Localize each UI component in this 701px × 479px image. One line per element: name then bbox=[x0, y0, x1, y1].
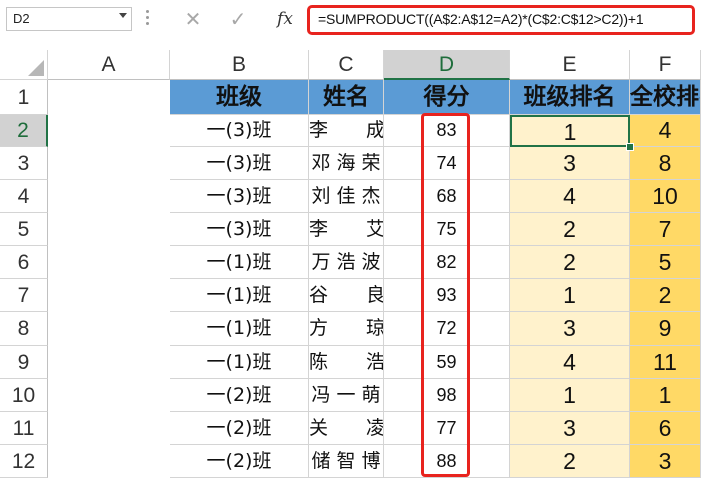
school-rank-cell[interactable]: 8 bbox=[630, 147, 701, 180]
header-cell[interactable]: 班级 bbox=[170, 80, 309, 115]
class-cell[interactable]: 一(3)班 bbox=[170, 115, 309, 147]
class-cell[interactable]: 一(1)班 bbox=[170, 312, 309, 346]
school-rank-cell[interactable]: 2 bbox=[630, 279, 701, 312]
name-cell[interactable]: 储 智 博 bbox=[309, 445, 384, 478]
column-header-d[interactable]: D bbox=[384, 50, 510, 80]
chevron-down-icon[interactable] bbox=[119, 13, 127, 18]
check-icon[interactable]: ✓ bbox=[223, 6, 253, 32]
select-all-button[interactable] bbox=[0, 50, 48, 80]
row-header-10[interactable]: 10 bbox=[0, 379, 48, 412]
row-header-6[interactable]: 6 bbox=[0, 246, 48, 279]
class-cell[interactable]: 一(2)班 bbox=[170, 445, 309, 478]
header-cell[interactable]: 全校排名 bbox=[630, 80, 701, 115]
score-cell[interactable]: 74 bbox=[384, 147, 510, 180]
row-header-7[interactable]: 7 bbox=[0, 279, 48, 312]
class-cell[interactable]: 一(1)班 bbox=[170, 246, 309, 279]
school-rank-cell[interactable]: 1 bbox=[630, 379, 701, 412]
score-cell[interactable]: 59 bbox=[384, 346, 510, 379]
row-header-1[interactable]: 1 bbox=[0, 80, 48, 115]
class-rank-cell[interactable]: 4 bbox=[510, 346, 630, 379]
close-icon[interactable]: ✕ bbox=[178, 6, 208, 32]
score-cell[interactable]: 72 bbox=[384, 312, 510, 346]
class-rank-cell[interactable]: 3 bbox=[510, 312, 630, 346]
name-cell[interactable]: 万 浩 波 bbox=[309, 246, 384, 279]
school-rank-cell[interactable]: 5 bbox=[630, 246, 701, 279]
class-rank-cell[interactable]: 2 bbox=[510, 213, 630, 246]
row-header-2[interactable]: 2 bbox=[0, 115, 48, 147]
drag-handle-icon[interactable] bbox=[146, 10, 150, 26]
active-cell[interactable]: 1 bbox=[510, 115, 630, 147]
column-header-c[interactable]: C bbox=[309, 50, 384, 80]
class-rank-cell[interactable]: 3 bbox=[510, 412, 630, 445]
formula-text: =SUMPRODUCT((A$2:A$12=A2)*(C$2:C$12>C2))… bbox=[318, 11, 644, 27]
row-header-12[interactable]: 12 bbox=[0, 445, 48, 478]
school-rank-cell[interactable]: 11 bbox=[630, 346, 701, 379]
row-header-9[interactable]: 9 bbox=[0, 346, 48, 379]
score-cell[interactable]: 83 bbox=[384, 115, 510, 147]
insert-function-button[interactable]: fx bbox=[272, 6, 298, 32]
header-cell[interactable]: 得分 bbox=[384, 80, 510, 115]
score-cell[interactable]: 88 bbox=[384, 445, 510, 478]
class-cell[interactable]: 一(3)班 bbox=[170, 213, 309, 246]
class-rank-cell[interactable]: 2 bbox=[510, 246, 630, 279]
select-all-icon bbox=[28, 60, 44, 76]
class-rank-cell[interactable]: 1 bbox=[510, 279, 630, 312]
name-cell[interactable]: 关 凌 bbox=[309, 412, 384, 445]
school-rank-cell[interactable]: 4 bbox=[630, 115, 701, 147]
column-header-f[interactable]: F bbox=[630, 50, 701, 80]
score-cell[interactable]: 82 bbox=[384, 246, 510, 279]
class-cell[interactable]: 一(3)班 bbox=[170, 180, 309, 213]
name-box[interactable]: D2 bbox=[6, 7, 132, 31]
class-rank-cell[interactable]: 1 bbox=[510, 379, 630, 412]
class-cell[interactable]: 一(3)班 bbox=[170, 147, 309, 180]
score-cell[interactable]: 68 bbox=[384, 180, 510, 213]
row-header-11[interactable]: 11 bbox=[0, 412, 48, 445]
column-header-a[interactable]: A bbox=[48, 50, 170, 80]
row-header-4[interactable]: 4 bbox=[0, 180, 48, 213]
formula-input[interactable]: =SUMPRODUCT((A$2:A$12=A2)*(C$2:C$12>C2))… bbox=[307, 5, 695, 35]
name-cell[interactable]: 邓 海 荣 bbox=[309, 147, 384, 180]
class-cell[interactable]: 一(1)班 bbox=[170, 279, 309, 312]
header-cell[interactable]: 姓名 bbox=[309, 80, 384, 115]
class-rank-cell[interactable]: 4 bbox=[510, 180, 630, 213]
name-cell[interactable]: 方 琼 bbox=[309, 312, 384, 346]
fill-handle[interactable] bbox=[626, 143, 634, 151]
row-header-3[interactable]: 3 bbox=[0, 147, 48, 180]
class-rank-cell[interactable]: 2 bbox=[510, 445, 630, 478]
score-cell[interactable]: 93 bbox=[384, 279, 510, 312]
name-cell[interactable]: 李 艾 bbox=[309, 213, 384, 246]
name-cell[interactable]: 冯 一 萌 bbox=[309, 379, 384, 412]
name-cell[interactable]: 李 成 bbox=[309, 115, 384, 147]
school-rank-cell[interactable]: 7 bbox=[630, 213, 701, 246]
score-cell[interactable]: 77 bbox=[384, 412, 510, 445]
name-cell[interactable]: 谷 良 bbox=[309, 279, 384, 312]
row-header-5[interactable]: 5 bbox=[0, 213, 48, 246]
name-cell[interactable]: 陈 浩 bbox=[309, 346, 384, 379]
school-rank-cell[interactable]: 3 bbox=[630, 445, 701, 478]
class-rank-cell[interactable]: 3 bbox=[510, 147, 630, 180]
header-cell[interactable]: 班级排名 bbox=[510, 80, 630, 115]
class-cell[interactable]: 一(1)班 bbox=[170, 346, 309, 379]
row-header-8[interactable]: 8 bbox=[0, 312, 48, 346]
formula-bar: D2 ✕ ✓ fx =SUMPRODUCT((A$2:A$12=A2)*(C$2… bbox=[0, 0, 701, 48]
name-cell[interactable]: 刘 佳 杰 bbox=[309, 180, 384, 213]
score-cell[interactable]: 75 bbox=[384, 213, 510, 246]
school-rank-cell[interactable]: 10 bbox=[630, 180, 701, 213]
name-box-value: D2 bbox=[13, 11, 30, 26]
column-header-b[interactable]: B bbox=[170, 50, 309, 80]
school-rank-cell[interactable]: 6 bbox=[630, 412, 701, 445]
class-cell[interactable]: 一(2)班 bbox=[170, 412, 309, 445]
score-cell[interactable]: 98 bbox=[384, 379, 510, 412]
class-cell[interactable]: 一(2)班 bbox=[170, 379, 309, 412]
school-rank-cell[interactable]: 9 bbox=[630, 312, 701, 346]
column-header-e[interactable]: E bbox=[510, 50, 630, 80]
